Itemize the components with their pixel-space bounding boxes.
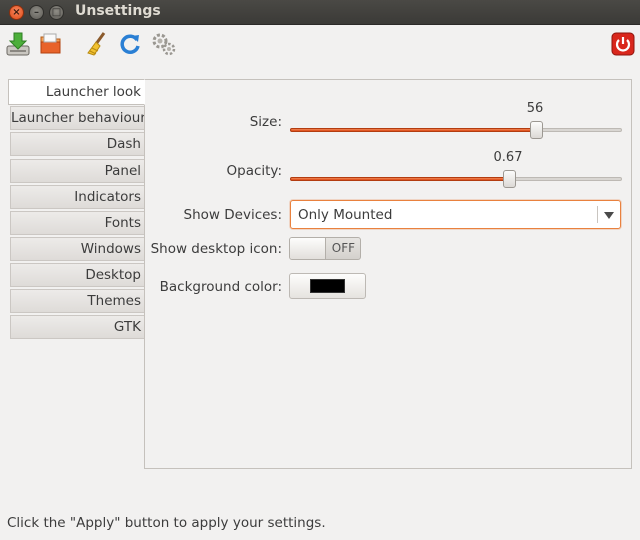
- open-button[interactable]: [38, 31, 64, 57]
- tab-fonts[interactable]: Fonts: [10, 211, 144, 235]
- quit-button[interactable]: [610, 31, 636, 57]
- gears-icon: [152, 33, 176, 56]
- background-color-button[interactable]: [289, 273, 366, 299]
- switch-state: OFF: [331, 241, 355, 255]
- tab-launcher-look[interactable]: Launcher look: [8, 79, 145, 105]
- slider-thumb[interactable]: [529, 121, 543, 139]
- chevron-down-icon: [604, 212, 614, 219]
- slider-thumb[interactable]: [503, 170, 517, 188]
- maximize-icon: □: [51, 7, 62, 18]
- folder-icon: [40, 33, 61, 54]
- opacity-slider[interactable]: [290, 170, 622, 188]
- settings-button[interactable]: [151, 31, 177, 57]
- background-color-label: Background color:: [159, 279, 282, 295]
- window-title: Unsettings: [75, 3, 161, 19]
- color-swatch: [310, 279, 345, 293]
- download-icon: [6, 32, 30, 56]
- show-devices-dropdown[interactable]: Only Mounted: [290, 200, 621, 229]
- broom-icon: [87, 32, 106, 56]
- show-devices-label: Show Devices:: [183, 207, 282, 223]
- show-desktop-icon-switch[interactable]: OFF: [289, 237, 361, 260]
- dropdown-separator: [597, 206, 598, 223]
- minimize-window-button[interactable]: –: [29, 5, 44, 20]
- tab-gtk[interactable]: GTK: [10, 315, 144, 339]
- tab-themes[interactable]: Themes: [10, 289, 144, 313]
- refresh-button[interactable]: [117, 31, 143, 57]
- title-bar: × – □ Unsettings: [0, 0, 640, 25]
- show-devices-selected: Only Mounted: [298, 207, 393, 223]
- size-slider[interactable]: [290, 121, 622, 139]
- show-desktop-icon-label: Show desktop icon:: [150, 241, 282, 257]
- save-button[interactable]: [5, 31, 31, 57]
- tab-launcher-behaviour[interactable]: Launcher behaviour: [10, 106, 146, 130]
- tab-windows[interactable]: Windows: [10, 237, 144, 261]
- settings-panel: [144, 79, 632, 469]
- clear-button[interactable]: [84, 31, 110, 57]
- minimize-icon: –: [34, 7, 39, 18]
- power-icon: [611, 32, 635, 56]
- maximize-window-button[interactable]: □: [49, 5, 64, 20]
- tab-panel[interactable]: Panel: [10, 159, 144, 183]
- tab-indicators[interactable]: Indicators: [10, 185, 144, 209]
- close-icon: ×: [12, 7, 21, 18]
- size-value: 56: [526, 101, 544, 116]
- slider-fill: [290, 177, 510, 181]
- opacity-label: Opacity:: [226, 163, 283, 179]
- close-window-button[interactable]: ×: [9, 5, 24, 20]
- opacity-value: 0.67: [493, 150, 523, 165]
- tab-desktop[interactable]: Desktop: [10, 263, 144, 287]
- refresh-icon: [120, 34, 140, 54]
- toolbar: [0, 25, 640, 63]
- tab-dash[interactable]: Dash: [10, 132, 144, 156]
- status-message: Click the "Apply" button to apply your s…: [7, 515, 326, 531]
- size-label: Size:: [249, 114, 282, 130]
- switch-knob: [290, 238, 326, 259]
- slider-fill: [290, 128, 536, 132]
